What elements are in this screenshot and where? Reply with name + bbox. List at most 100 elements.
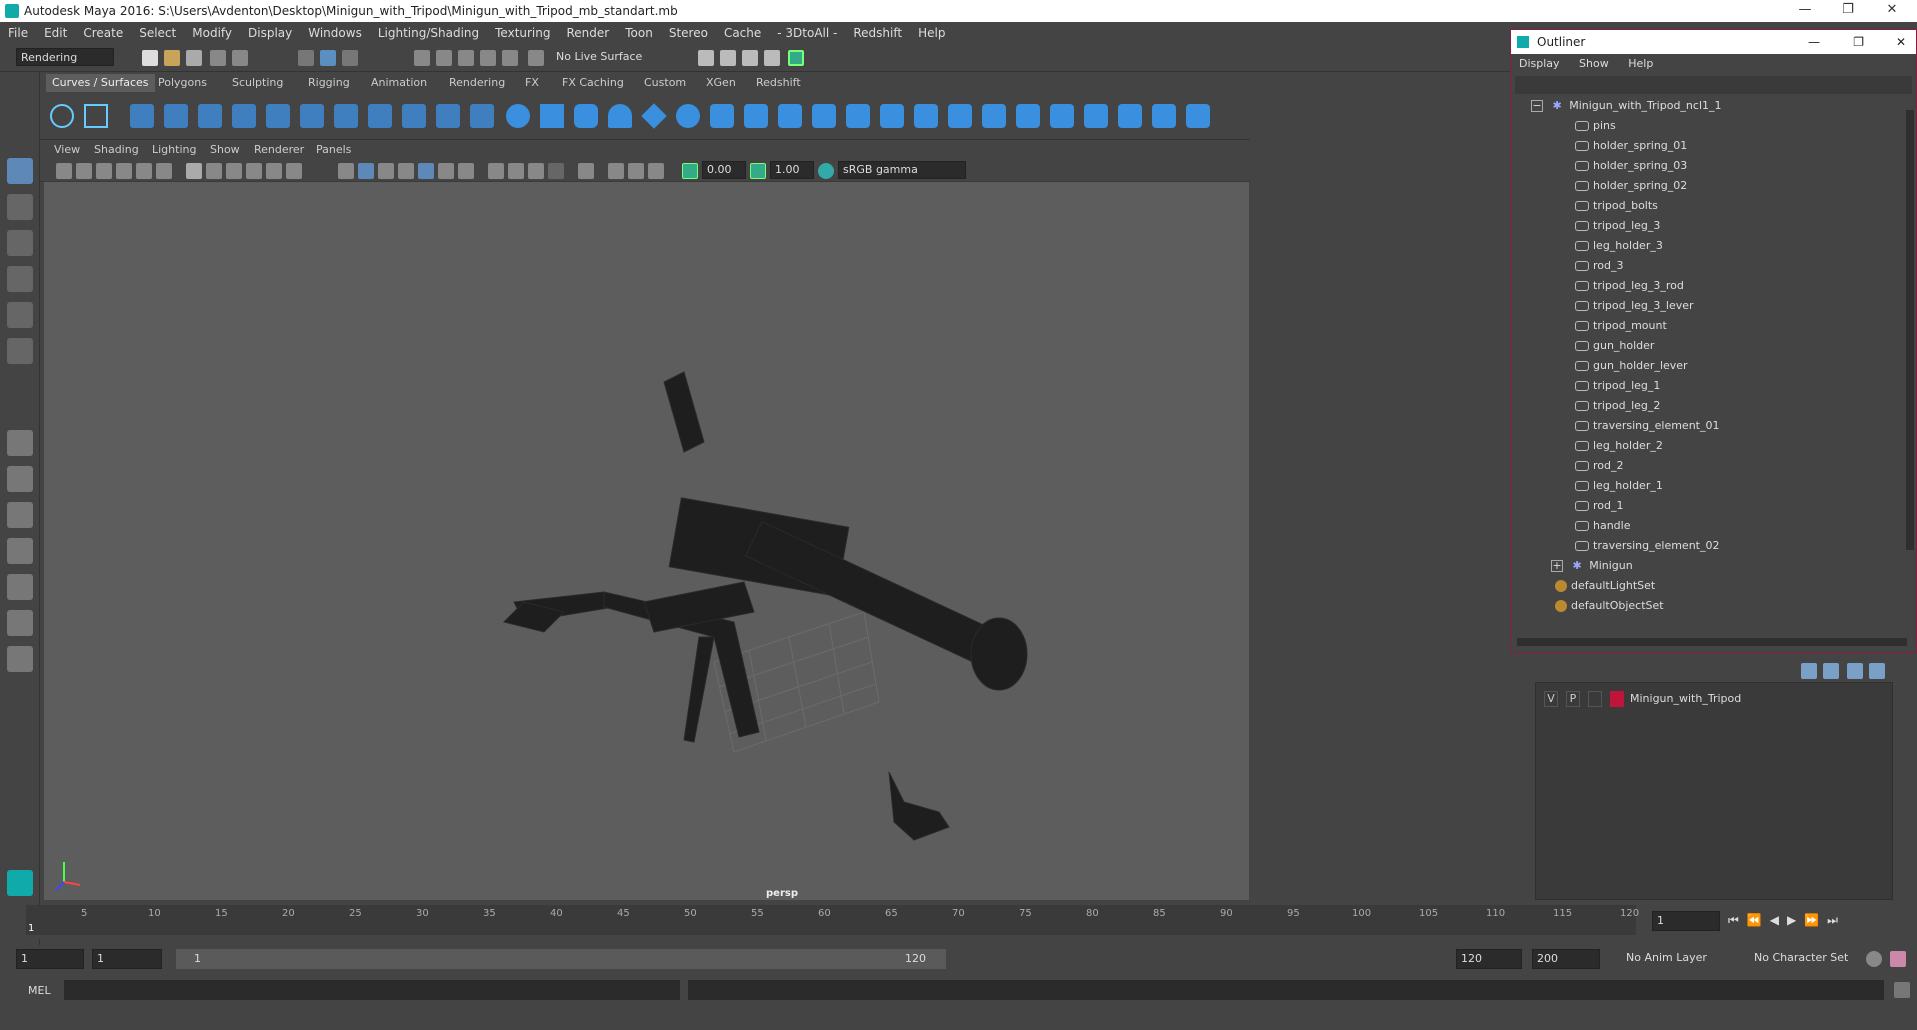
birail-icon[interactable] <box>846 104 870 128</box>
outliner-item-rod-1[interactable]: rod_1 <box>1575 496 1624 516</box>
outliner-maximize-button[interactable]: ❐ <box>1853 30 1864 54</box>
insert-knot-icon[interactable] <box>334 104 358 128</box>
xray-joints-icon[interactable] <box>608 163 624 179</box>
make-live-icon[interactable] <box>528 50 544 66</box>
outliner-item-gun-holder-lever[interactable]: gun_holder_lever <box>1575 356 1688 376</box>
menu-edit[interactable]: Edit <box>36 26 75 40</box>
viewport-menu-view[interactable]: View <box>54 143 80 156</box>
viewport-menu-shading[interactable]: Shading <box>94 143 139 156</box>
minimize-button[interactable]: — <box>1785 0 1825 22</box>
nurbs-square-icon[interactable] <box>84 104 108 128</box>
new-layer-selected-icon[interactable] <box>1869 663 1885 679</box>
use-all-lights-icon[interactable] <box>418 163 434 179</box>
ipr-render-icon[interactable] <box>742 50 758 66</box>
render-view-icon[interactable] <box>698 50 714 66</box>
extend-curve-icon[interactable] <box>368 104 392 128</box>
safe-action-icon[interactable] <box>286 163 302 179</box>
gate-mask-icon[interactable] <box>246 163 262 179</box>
menu-stereo[interactable]: Stereo <box>661 26 716 40</box>
planar-icon[interactable] <box>778 104 802 128</box>
outliner-item-tripod-leg-2[interactable]: tripod_leg_2 <box>1575 396 1660 416</box>
grid-icon[interactable] <box>186 163 202 179</box>
boundary-icon[interactable] <box>880 104 904 128</box>
extrude-icon[interactable] <box>812 104 836 128</box>
save-scene-icon[interactable] <box>186 50 202 66</box>
outliner-item-default-object-set[interactable]: defaultObjectSet <box>1555 596 1664 616</box>
undo-icon[interactable] <box>210 50 226 66</box>
rebuild-curve-icon[interactable] <box>436 104 460 128</box>
hypershade-icon[interactable] <box>788 50 804 66</box>
open-scene-icon[interactable] <box>164 50 180 66</box>
outliner-item-tripod-leg-3-rod[interactable]: tripod_leg_3_rod <box>1575 276 1684 296</box>
sculpt-geometry-icon[interactable] <box>1186 104 1210 128</box>
viewport-menu-show[interactable]: Show <box>210 143 240 156</box>
camera-attributes-icon[interactable] <box>76 163 92 179</box>
tab-sculpting[interactable]: Sculpting <box>226 74 289 92</box>
outliner-item-tripod-leg-3[interactable]: tripod_leg_3 <box>1575 216 1660 236</box>
menu-display[interactable]: Display <box>240 26 300 40</box>
menu-texturing[interactable]: Texturing <box>487 26 558 40</box>
outliner-item-rod-2[interactable]: rod_2 <box>1575 456 1624 476</box>
snap-surface-icon[interactable] <box>502 50 518 66</box>
paint-select-tool-icon[interactable] <box>7 230 33 256</box>
outliner-item-tripod-leg-1[interactable]: tripod_leg_1 <box>1575 376 1660 396</box>
tab-fx-caching[interactable]: FX Caching <box>556 74 630 92</box>
motion-blur-icon[interactable] <box>488 163 504 179</box>
attach-surfaces-icon[interactable] <box>1118 104 1142 128</box>
resolution-gate-icon[interactable] <box>226 163 242 179</box>
color-management-icon[interactable] <box>818 163 834 179</box>
menu-render[interactable]: Render <box>559 26 618 40</box>
animation-start-field[interactable]: 1 <box>16 949 84 969</box>
select-hierarchy-icon[interactable] <box>298 50 314 66</box>
tab-redshift[interactable]: Redshift <box>750 74 807 92</box>
multisample-aa-icon[interactable] <box>508 163 524 179</box>
outliner-item-holder-spring-01[interactable]: holder_spring_01 <box>1575 136 1687 156</box>
playback-start-field[interactable]: 1 <box>92 949 162 969</box>
snap-grid-icon[interactable] <box>414 50 430 66</box>
cv-curve-icon[interactable] <box>130 104 154 128</box>
character-set-dropdown[interactable]: No Character Set <box>1750 949 1862 969</box>
custom-layout-icon[interactable] <box>7 646 33 672</box>
layer-reference-toggle[interactable] <box>1588 691 1602 707</box>
menu-modify[interactable]: Modify <box>184 26 240 40</box>
textured-icon[interactable] <box>398 163 414 179</box>
command-input[interactable] <box>64 980 680 1000</box>
nurbs-plane-icon[interactable] <box>641 103 667 129</box>
square-surface-icon[interactable] <box>914 104 938 128</box>
outliner-minimize-button[interactable]: — <box>1808 30 1820 54</box>
nurbs-cube-icon[interactable] <box>540 104 564 128</box>
screen-space-ao-icon[interactable] <box>458 163 474 179</box>
detach-surfaces-icon[interactable] <box>1152 104 1176 128</box>
hypershade-layout-icon[interactable] <box>7 574 33 600</box>
outliner-item-default-light-set[interactable]: defaultLightSet <box>1555 576 1655 596</box>
outliner-item-tripod-leg-3-lever[interactable]: tripod_leg_3_lever <box>1575 296 1694 316</box>
nurbs-cone-icon[interactable] <box>608 104 632 128</box>
wireframe-icon[interactable] <box>338 163 354 179</box>
trim-tool-icon[interactable] <box>1050 104 1074 128</box>
script-editor-icon[interactable] <box>1894 982 1910 998</box>
2d-pan-zoom-icon[interactable] <box>136 163 152 179</box>
animation-end-field[interactable]: 200 <box>1532 949 1600 969</box>
persp-graph-layout-icon[interactable] <box>7 538 33 564</box>
range-slider-bar[interactable]: 1 120 <box>176 949 946 969</box>
snap-point-icon[interactable] <box>458 50 474 66</box>
outliner-close-button[interactable]: ✕ <box>1896 30 1906 54</box>
xray-icon[interactable] <box>548 163 564 179</box>
film-gate-icon[interactable] <box>206 163 222 179</box>
redo-icon[interactable] <box>232 50 248 66</box>
select-camera-icon[interactable] <box>56 163 72 179</box>
offset-curve-icon[interactable] <box>402 104 426 128</box>
select-tool-icon[interactable] <box>7 158 33 184</box>
single-view-icon[interactable] <box>7 430 33 456</box>
move-layer-up-icon[interactable] <box>1801 663 1817 679</box>
new-empty-layer-icon[interactable] <box>1847 663 1863 679</box>
time-slider-track[interactable] <box>26 905 1636 935</box>
tab-animation[interactable]: Animation <box>365 74 433 92</box>
backface-culling-icon[interactable] <box>648 163 664 179</box>
auto-key-icon[interactable] <box>1866 951 1882 967</box>
outliner-item-tripod-bolts[interactable]: tripod_bolts <box>1575 196 1658 216</box>
outliner-item-holder-spring-02[interactable]: holder_spring_02 <box>1575 176 1687 196</box>
detach-curves-icon[interactable] <box>300 104 324 128</box>
grease-pencil-icon[interactable] <box>156 163 172 179</box>
anim-layer-dropdown[interactable]: No Anim Layer <box>1622 949 1742 969</box>
